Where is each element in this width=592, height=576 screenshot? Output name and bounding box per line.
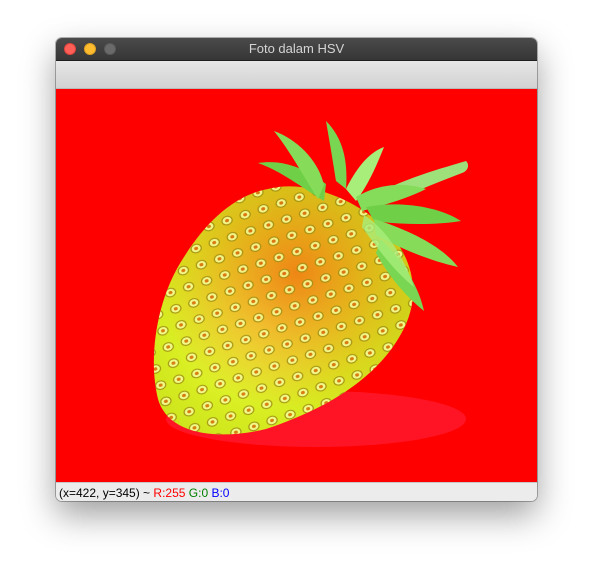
- hsv-image: [56, 89, 537, 482]
- title-bar[interactable]: Foto dalam HSV: [56, 38, 537, 61]
- window-title: Foto dalam HSV: [248, 41, 345, 56]
- green-value: G:0: [188, 486, 209, 500]
- status-bar: (x=422, y=345) ~ R:255 G:0 B:0: [56, 482, 537, 501]
- image-canvas[interactable]: [56, 89, 537, 482]
- toolbar: [56, 61, 537, 89]
- cursor-coordinates: (x=422, y=345) ~: [59, 486, 151, 500]
- blue-value: B:0: [211, 486, 230, 500]
- red-value: R:255: [153, 486, 186, 500]
- image-window: Foto dalam HSV (x=422, y=345) ~ R:255 G:…: [56, 38, 537, 501]
